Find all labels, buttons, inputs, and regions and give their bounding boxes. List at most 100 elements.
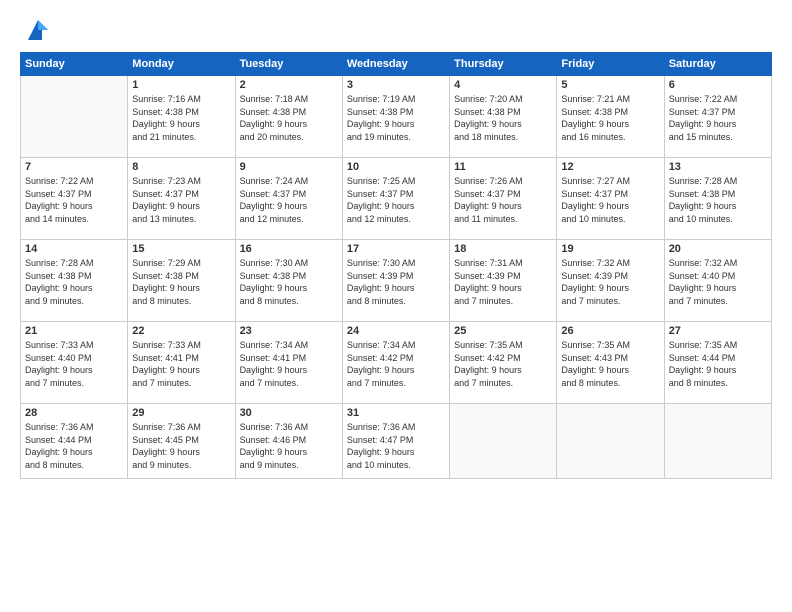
day-number: 8 <box>132 161 230 173</box>
calendar-week-1: 7 Sunrise: 7:22 AM Sunset: 4:37 PM Daylig… <box>21 158 772 240</box>
day-info: Sunrise: 7:22 AM Sunset: 4:37 PM Dayligh… <box>669 93 767 143</box>
calendar-cell <box>557 404 664 479</box>
day-number: 25 <box>454 325 552 337</box>
weekday-header-saturday: Saturday <box>664 53 771 76</box>
day-info: Sunrise: 7:29 AM Sunset: 4:38 PM Dayligh… <box>132 257 230 307</box>
calendar-cell: 8 Sunrise: 7:23 AM Sunset: 4:37 PM Daylig… <box>128 158 235 240</box>
day-number: 24 <box>347 325 445 337</box>
day-info: Sunrise: 7:27 AM Sunset: 4:37 PM Dayligh… <box>561 175 659 225</box>
calendar-cell: 4 Sunrise: 7:20 AM Sunset: 4:38 PM Daylig… <box>450 76 557 158</box>
day-info: Sunrise: 7:30 AM Sunset: 4:38 PM Dayligh… <box>240 257 338 307</box>
logo <box>20 16 52 44</box>
calendar-cell: 1 Sunrise: 7:16 AM Sunset: 4:38 PM Daylig… <box>128 76 235 158</box>
calendar-page: SundayMondayTuesdayWednesdayThursdayFrid… <box>0 0 792 612</box>
day-info: Sunrise: 7:36 AM Sunset: 4:47 PM Dayligh… <box>347 421 445 471</box>
day-info: Sunrise: 7:30 AM Sunset: 4:39 PM Dayligh… <box>347 257 445 307</box>
calendar-cell <box>21 76 128 158</box>
calendar-cell: 17Sunrise: 7:30 AM Sunset: 4:39 PM Dayli… <box>342 240 449 322</box>
day-number: 14 <box>25 243 123 255</box>
calendar-cell <box>664 404 771 479</box>
calendar-week-3: 21 Sunrise: 7:33 AM Sunset: 4:40 PM Dayli… <box>21 322 772 404</box>
calendar-table: SundayMondayTuesdayWednesdayThursdayFrid… <box>20 52 772 479</box>
day-number: 22 <box>132 325 230 337</box>
calendar-cell: 12 Sunrise: 7:27 AM Sunset: 4:37 PM Dayli… <box>557 158 664 240</box>
day-info: Sunrise: 7:35 AM Sunset: 4:44 PM Dayligh… <box>669 339 767 389</box>
day-number: 3 <box>347 79 445 91</box>
day-info: Sunrise: 7:36 AM Sunset: 4:45 PM Dayligh… <box>132 421 230 471</box>
day-info: Sunrise: 7:35 AM Sunset: 4:42 PM Dayligh… <box>454 339 552 389</box>
day-number: 29 <box>132 407 230 419</box>
day-number: 5 <box>561 79 659 91</box>
weekday-header-tuesday: Tuesday <box>235 53 342 76</box>
calendar-cell: 10Sunrise: 7:25 AM Sunset: 4:37 PM Dayli… <box>342 158 449 240</box>
day-number: 12 <box>561 161 659 173</box>
calendar-cell: 26 Sunrise: 7:35 AM Sunset: 4:43 PM Dayli… <box>557 322 664 404</box>
day-number: 7 <box>25 161 123 173</box>
day-info: Sunrise: 7:22 AM Sunset: 4:37 PM Dayligh… <box>25 175 123 225</box>
day-info: Sunrise: 7:35 AM Sunset: 4:43 PM Dayligh… <box>561 339 659 389</box>
calendar-cell <box>450 404 557 479</box>
day-number: 20 <box>669 243 767 255</box>
day-info: Sunrise: 7:34 AM Sunset: 4:42 PM Dayligh… <box>347 339 445 389</box>
calendar-body: 1 Sunrise: 7:16 AM Sunset: 4:38 PM Daylig… <box>21 76 772 479</box>
day-number: 6 <box>669 79 767 91</box>
logo-icon <box>24 16 52 44</box>
day-number: 26 <box>561 325 659 337</box>
calendar-cell: 16 Sunrise: 7:30 AM Sunset: 4:38 PM Dayli… <box>235 240 342 322</box>
calendar-cell: 6 Sunrise: 7:22 AM Sunset: 4:37 PM Daylig… <box>664 76 771 158</box>
calendar-cell: 3 Sunrise: 7:19 AM Sunset: 4:38 PM Daylig… <box>342 76 449 158</box>
calendar-cell: 22Sunrise: 7:33 AM Sunset: 4:41 PM Dayli… <box>128 322 235 404</box>
calendar-cell: 13 Sunrise: 7:28 AM Sunset: 4:38 PM Dayli… <box>664 158 771 240</box>
calendar-cell: 2 Sunrise: 7:18 AM Sunset: 4:38 PM Daylig… <box>235 76 342 158</box>
day-info: Sunrise: 7:19 AM Sunset: 4:38 PM Dayligh… <box>347 93 445 143</box>
calendar-cell: 31 Sunrise: 7:36 AM Sunset: 4:47 PM Dayli… <box>342 404 449 479</box>
day-number: 19 <box>561 243 659 255</box>
day-info: Sunrise: 7:36 AM Sunset: 4:44 PM Dayligh… <box>25 421 123 471</box>
calendar-cell: 11 Sunrise: 7:26 AM Sunset: 4:37 PM Dayli… <box>450 158 557 240</box>
day-number: 21 <box>25 325 123 337</box>
day-info: Sunrise: 7:28 AM Sunset: 4:38 PM Dayligh… <box>669 175 767 225</box>
calendar-cell: 28 Sunrise: 7:36 AM Sunset: 4:44 PM Dayli… <box>21 404 128 479</box>
day-info: Sunrise: 7:26 AM Sunset: 4:37 PM Dayligh… <box>454 175 552 225</box>
calendar-cell: 27 Sunrise: 7:35 AM Sunset: 4:44 PM Dayli… <box>664 322 771 404</box>
weekday-header-thursday: Thursday <box>450 53 557 76</box>
day-info: Sunrise: 7:32 AM Sunset: 4:40 PM Dayligh… <box>669 257 767 307</box>
day-info: Sunrise: 7:32 AM Sunset: 4:39 PM Dayligh… <box>561 257 659 307</box>
weekday-header-friday: Friday <box>557 53 664 76</box>
day-info: Sunrise: 7:28 AM Sunset: 4:38 PM Dayligh… <box>25 257 123 307</box>
calendar-week-4: 28 Sunrise: 7:36 AM Sunset: 4:44 PM Dayli… <box>21 404 772 479</box>
calendar-cell: 23Sunrise: 7:34 AM Sunset: 4:41 PM Dayli… <box>235 322 342 404</box>
calendar-week-2: 14 Sunrise: 7:28 AM Sunset: 4:38 PM Dayli… <box>21 240 772 322</box>
day-info: Sunrise: 7:34 AM Sunset: 4:41 PM Dayligh… <box>240 339 338 389</box>
calendar-cell: 21 Sunrise: 7:33 AM Sunset: 4:40 PM Dayli… <box>21 322 128 404</box>
calendar-cell: 9Sunrise: 7:24 AM Sunset: 4:37 PM Daylig… <box>235 158 342 240</box>
day-number: 2 <box>240 79 338 91</box>
day-number: 31 <box>347 407 445 419</box>
day-number: 4 <box>454 79 552 91</box>
day-info: Sunrise: 7:20 AM Sunset: 4:38 PM Dayligh… <box>454 93 552 143</box>
day-info: Sunrise: 7:16 AM Sunset: 4:38 PM Dayligh… <box>132 93 230 143</box>
day-info: Sunrise: 7:18 AM Sunset: 4:38 PM Dayligh… <box>240 93 338 143</box>
calendar-cell: 24 Sunrise: 7:34 AM Sunset: 4:42 PM Dayli… <box>342 322 449 404</box>
weekday-header-wednesday: Wednesday <box>342 53 449 76</box>
calendar-cell: 15 Sunrise: 7:29 AM Sunset: 4:38 PM Dayli… <box>128 240 235 322</box>
day-number: 1 <box>132 79 230 91</box>
day-number: 16 <box>240 243 338 255</box>
day-number: 11 <box>454 161 552 173</box>
day-info: Sunrise: 7:36 AM Sunset: 4:46 PM Dayligh… <box>240 421 338 471</box>
day-number: 15 <box>132 243 230 255</box>
day-number: 28 <box>25 407 123 419</box>
day-info: Sunrise: 7:23 AM Sunset: 4:37 PM Dayligh… <box>132 175 230 225</box>
day-info: Sunrise: 7:33 AM Sunset: 4:40 PM Dayligh… <box>25 339 123 389</box>
weekday-header-sunday: Sunday <box>21 53 128 76</box>
calendar-cell: 30Sunrise: 7:36 AM Sunset: 4:46 PM Dayli… <box>235 404 342 479</box>
day-number: 27 <box>669 325 767 337</box>
calendar-cell: 29 Sunrise: 7:36 AM Sunset: 4:45 PM Dayli… <box>128 404 235 479</box>
day-number: 9 <box>240 161 338 173</box>
day-number: 10 <box>347 161 445 173</box>
calendar-header: SundayMondayTuesdayWednesdayThursdayFrid… <box>21 53 772 76</box>
day-number: 13 <box>669 161 767 173</box>
calendar-cell: 25 Sunrise: 7:35 AM Sunset: 4:42 PM Dayli… <box>450 322 557 404</box>
day-info: Sunrise: 7:21 AM Sunset: 4:38 PM Dayligh… <box>561 93 659 143</box>
calendar-cell: 14 Sunrise: 7:28 AM Sunset: 4:38 PM Dayli… <box>21 240 128 322</box>
